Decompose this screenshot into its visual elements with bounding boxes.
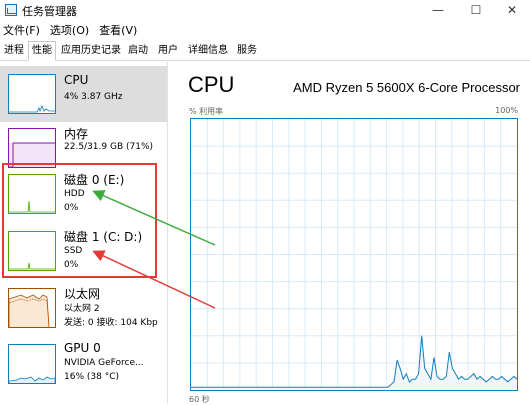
annotation-arrows <box>92 190 216 309</box>
green-arrow <box>92 190 216 246</box>
red-arrow <box>92 250 216 309</box>
